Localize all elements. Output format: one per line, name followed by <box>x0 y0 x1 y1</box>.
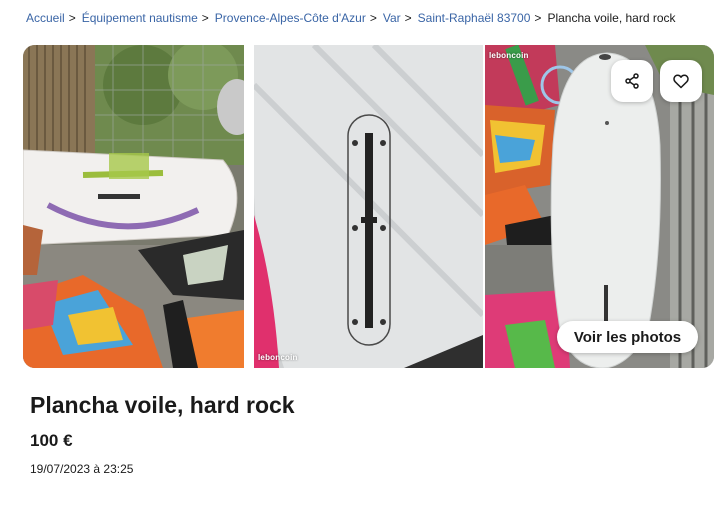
ad-page: Accueil > Équipement nautisme > Provence… <box>0 0 726 506</box>
photo-1-image <box>23 45 244 368</box>
breadcrumb: Accueil > Équipement nautisme > Provence… <box>26 10 676 26</box>
favorite-button[interactable] <box>660 60 702 102</box>
show-photos-button[interactable]: Voir les photos <box>557 321 698 353</box>
breadcrumb-department[interactable]: Var <box>383 10 401 26</box>
photo-2[interactable]: leboncoin <box>254 45 483 368</box>
breadcrumb-category[interactable]: Équipement nautisme <box>82 10 198 26</box>
breadcrumb-separator: > <box>201 11 209 25</box>
heart-icon <box>673 74 689 88</box>
breadcrumb-home[interactable]: Accueil <box>26 10 65 26</box>
ad-price: 100 € <box>30 431 73 450</box>
photo-1[interactable] <box>23 45 244 368</box>
breadcrumb-separator: > <box>534 11 542 25</box>
photo-2-image <box>254 45 483 368</box>
breadcrumb-separator: > <box>369 11 377 25</box>
breadcrumb-city[interactable]: Saint-Raphaël 83700 <box>418 10 531 26</box>
breadcrumb-separator: > <box>404 11 412 25</box>
share-button[interactable] <box>611 60 653 102</box>
watermark: leboncoin <box>489 51 529 60</box>
ad-title: Plancha voile, hard rock <box>30 392 295 418</box>
breadcrumb-current: Plancha voile, hard rock <box>547 11 676 25</box>
breadcrumb-separator: > <box>68 11 76 25</box>
ad-date: 19/07/2023 à 23:25 <box>30 462 134 476</box>
share-icon <box>625 73 639 89</box>
breadcrumb-region[interactable]: Provence-Alpes-Côte d'Azur <box>215 10 366 26</box>
watermark: leboncoin <box>258 353 298 362</box>
photo-gallery: leboncoin leboncoin Voir les photos <box>23 45 714 368</box>
